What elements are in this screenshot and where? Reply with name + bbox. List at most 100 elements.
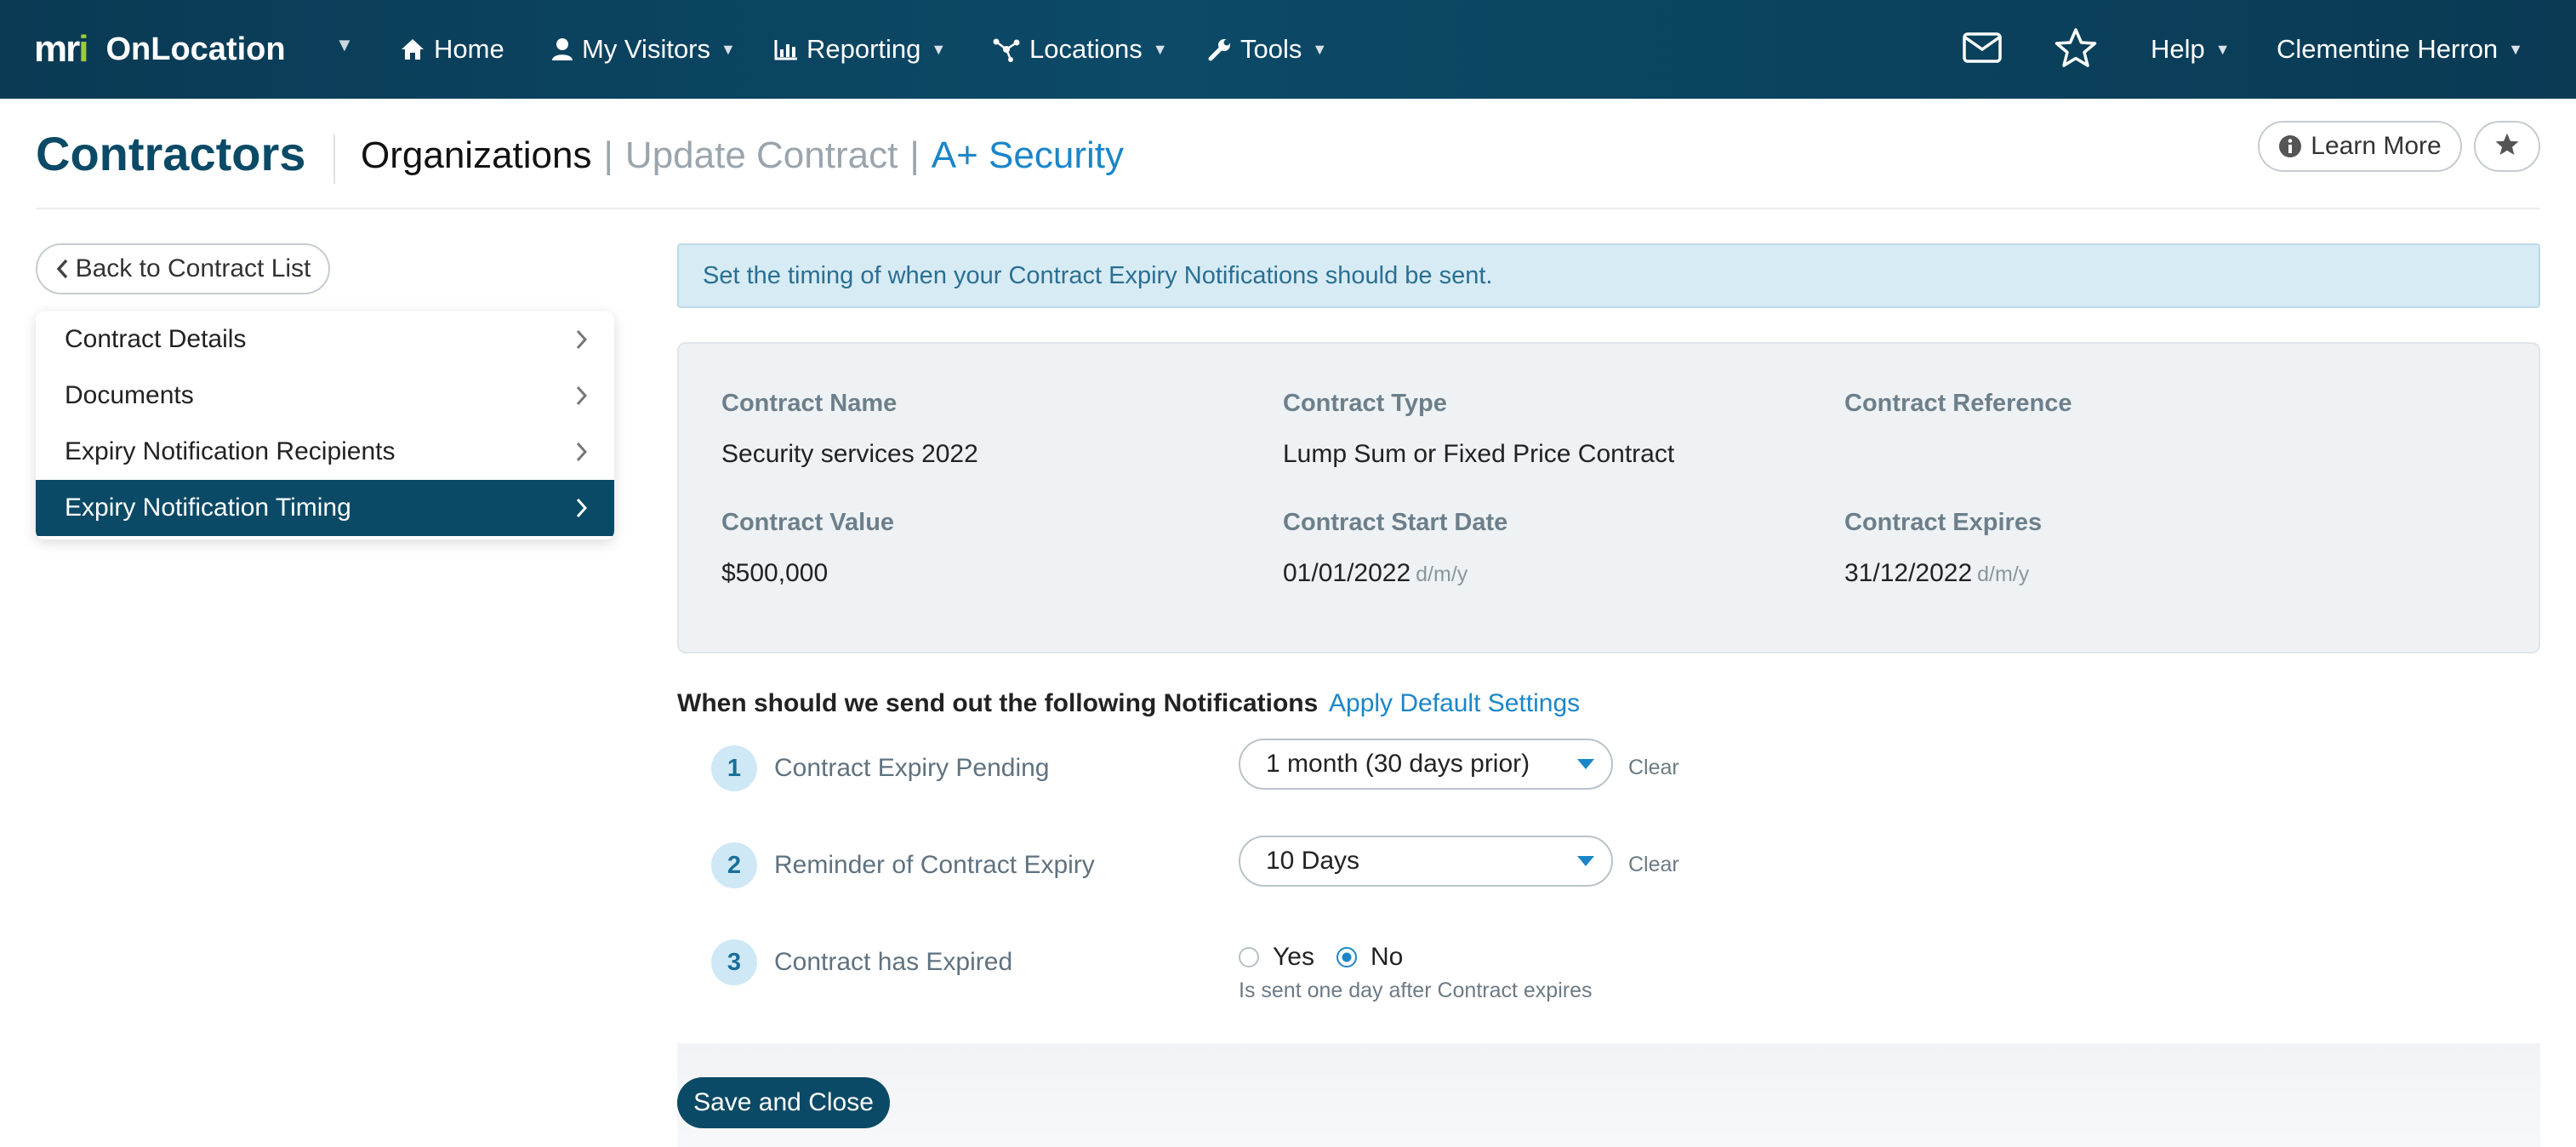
field-value: 31/12/2022 d/m/y — [1844, 559, 2042, 588]
breadcrumb-organizations[interactable]: Organizations — [361, 134, 591, 177]
nav-help-label: Help — [2151, 34, 2205, 64]
contract-expires-field: Contract Expires 31/12/2022 d/m/y — [1844, 509, 2042, 588]
clear-expiry-pending-link[interactable]: Clear — [1628, 756, 1679, 780]
nav-user-menu[interactable]: Clementine Herron ▼ — [2277, 29, 2523, 70]
learn-more-button[interactable]: Learn More — [2258, 121, 2462, 172]
sidebar-menu: Contract Details Documents Expiry Notifi… — [36, 311, 614, 539]
breadcrumb-update-contract: Update Contract — [624, 134, 898, 176]
nav-tools-label: Tools — [1240, 34, 1302, 64]
contract-start-date-field: Contract Start Date 01/01/2022 d/m/y — [1283, 509, 1507, 588]
radio-no[interactable] — [1336, 947, 1357, 967]
notification-label: Contract Expiry Pending — [774, 754, 1050, 782]
field-value: 01/01/2022 d/m/y — [1283, 559, 1507, 588]
date-format-hint: d/m/y — [1416, 562, 1468, 586]
breadcrumb: Organizations | Update Contract | A+ Sec… — [361, 134, 1124, 177]
bar-chart-icon — [774, 38, 798, 60]
sidebar-item-expiry-notification-recipients[interactable]: Expiry Notification Recipients — [36, 424, 614, 480]
contract-summary-panel: Contract Name Security services 2022 Con… — [677, 342, 2540, 653]
info-alert: Set the timing of when your Contract Exp… — [677, 243, 2540, 308]
select-value: 1 month (30 days prior) — [1266, 750, 1530, 778]
chevron-down-icon: ▼ — [721, 40, 736, 58]
contract-value-field: Contract Value $500,000 — [721, 509, 894, 588]
field-value: Security services 2022 — [721, 440, 978, 468]
chevron-left-icon — [55, 258, 69, 280]
title-divider — [333, 134, 335, 184]
mri-logo: mri — [34, 28, 89, 70]
sidebar-item-contract-details[interactable]: Contract Details — [36, 311, 614, 368]
nav-reporting[interactable]: Reporting ▼ — [774, 29, 946, 70]
caret-down-icon — [1577, 856, 1594, 866]
date-format-hint: d/m/y — [1977, 562, 2030, 586]
brand-logo[interactable]: mri OnLocation — [34, 27, 286, 71]
chevron-right-icon — [575, 385, 589, 407]
star-icon — [2493, 132, 2521, 162]
nav-locations-label: Locations — [1029, 34, 1143, 64]
nav-my-visitors-label: My Visitors — [582, 34, 711, 64]
nav-my-visitors[interactable]: My Visitors ▼ — [551, 29, 736, 70]
favorite-button[interactable] — [2474, 121, 2540, 172]
breadcrumb-organization-name[interactable]: A+ Security — [932, 134, 1124, 177]
caret-down-icon — [1577, 759, 1594, 769]
star-icon[interactable] — [2054, 27, 2098, 74]
back-label: Back to Contract List — [75, 254, 311, 282]
sidebar-item-label: Documents — [65, 381, 194, 409]
sidebar-item-label: Expiry Notification Recipients — [65, 437, 396, 465]
header-divider — [36, 208, 2540, 209]
expired-hint: Is sent one day after Contract expires — [1239, 979, 1593, 1002]
step-number-badge: 2 — [711, 842, 757, 888]
nav-tools[interactable]: Tools ▼ — [1208, 29, 1327, 70]
page-title: Contractors — [36, 127, 306, 180]
breadcrumb-separator: | — [909, 134, 920, 176]
home-icon — [400, 37, 425, 61]
user-name: Clementine Herron — [2277, 34, 2499, 64]
chevron-down-icon: ▼ — [931, 40, 947, 58]
apply-default-settings-link[interactable]: Apply Default Settings — [1329, 689, 1580, 718]
learn-more-label: Learn More — [2311, 132, 2442, 160]
info-icon — [2278, 134, 2302, 158]
nav-home-label: Home — [434, 34, 504, 64]
field-label: Contract Type — [1283, 390, 1447, 417]
field-label: Contract Value — [721, 509, 895, 536]
date-value: 01/01/2022 — [1283, 559, 1411, 587]
field-label: Contract Reference — [1844, 390, 2072, 417]
nav-reporting-label: Reporting — [806, 34, 921, 64]
clear-reminder-link[interactable]: Clear — [1628, 853, 1679, 877]
chevron-down-icon: ▼ — [2214, 40, 2231, 58]
form-footer — [677, 1043, 2540, 1147]
brand-name: OnLocation — [105, 31, 286, 67]
field-label: Contract Start Date — [1283, 509, 1508, 536]
chevron-right-icon — [575, 497, 589, 519]
sidebar-item-documents[interactable]: Documents — [36, 368, 614, 424]
nav-locations[interactable]: Locations ▼ — [992, 29, 1168, 70]
user-icon — [551, 37, 573, 61]
network-icon — [992, 37, 1021, 62]
brand-caret-icon[interactable]: ▼ — [335, 34, 354, 56]
radio-yes-label[interactable]: Yes — [1273, 943, 1314, 972]
chevron-right-icon — [575, 328, 589, 351]
reminder-select[interactable]: 10 Days — [1239, 836, 1613, 887]
contract-type-field: Contract Type Lump Sum or Fixed Price Co… — [1283, 390, 1674, 469]
field-value: $500,000 — [721, 559, 829, 587]
field-value: Lump Sum or Fixed Price Contract — [1283, 440, 1675, 468]
expiry-pending-select[interactable]: 1 month (30 days prior) — [1239, 739, 1613, 790]
nav-help[interactable]: Help ▼ — [2151, 29, 2231, 70]
radio-yes[interactable] — [1239, 947, 1259, 967]
notification-label: Reminder of Contract Expiry — [774, 851, 1095, 879]
chevron-right-icon — [575, 441, 589, 463]
nav-home[interactable]: Home — [400, 29, 504, 70]
mail-icon[interactable] — [1962, 31, 2003, 69]
contract-reference-field: Contract Reference — [1844, 390, 2072, 440]
field-label: Contract Expires — [1844, 509, 2043, 536]
save-and-close-button[interactable]: Save and Close — [677, 1077, 890, 1128]
radio-no-label[interactable]: No — [1371, 943, 1403, 972]
notification-label: Contract has Expired — [774, 948, 1013, 976]
select-value: 10 Days — [1266, 847, 1360, 875]
sidebar-item-expiry-notification-timing[interactable]: Expiry Notification Timing — [36, 480, 614, 536]
chevron-down-icon: ▼ — [1152, 40, 1168, 58]
sidebar-item-label: Expiry Notification Timing — [65, 494, 351, 522]
contract-name-field: Contract Name Security services 2022 — [721, 390, 978, 469]
top-navbar: mri OnLocation ▼ Home My Visitors ▼ Repo… — [0, 0, 2576, 99]
back-to-contract-list-button[interactable]: Back to Contract List — [36, 243, 330, 294]
chevron-down-icon: ▼ — [1312, 40, 1328, 58]
breadcrumb-separator: | — [603, 134, 613, 176]
